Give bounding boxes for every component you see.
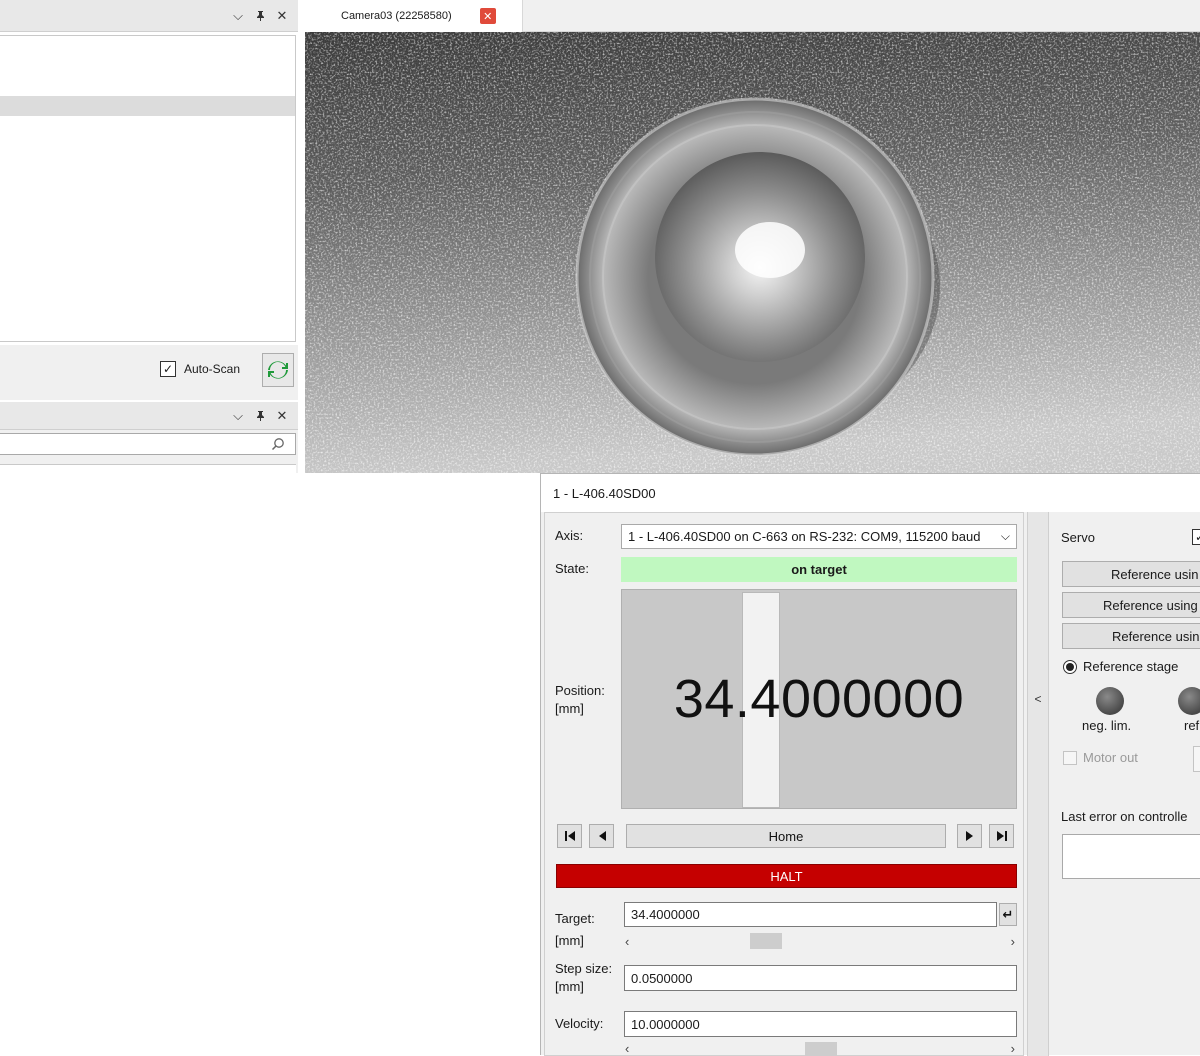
step-size-label: Step size: <box>555 961 613 976</box>
motor-out-field[interactable] <box>1193 746 1200 772</box>
tab-camera[interactable]: Camera03 (22258580) ✕ <box>305 0 523 32</box>
reference-stage-radio[interactable] <box>1063 659 1077 674</box>
refresh-button[interactable] <box>262 353 294 387</box>
target-slider[interactable]: ‹ › <box>625 932 1015 950</box>
motor-out-label: Motor out <box>1083 750 1138 765</box>
motor-out-checkbox <box>1063 750 1077 765</box>
reference-stage-label: Reference stage <box>1083 659 1179 674</box>
axis-window-title-bar: 1 - L-406.40SD00 <box>541 474 1200 512</box>
position-value: 34.4000000 <box>673 669 965 729</box>
camera-image[interactable] <box>305 32 1200 473</box>
target-input[interactable]: 34.4000000 <box>624 902 997 927</box>
velocity-input[interactable]: 10.0000000 <box>624 1011 1017 1037</box>
search-panel-header: ⌵ ✕ <box>0 402 298 430</box>
step-size-unit: [mm] <box>555 979 584 994</box>
ref-lamp-label: ref <box>1184 718 1200 733</box>
chevron-right-icon[interactable]: › <box>1011 1041 1015 1056</box>
chevron-down-icon: ⌵ <box>1000 529 1010 543</box>
last-error-field <box>1062 834 1200 879</box>
home-button[interactable]: Home <box>626 824 946 848</box>
camera-frame <box>305 32 1200 473</box>
reference-button-1-label: Reference usin <box>1111 566 1199 582</box>
collapse-splitter[interactable]: < <box>1027 512 1049 1056</box>
device-list[interactable] <box>0 35 296 342</box>
neg-limit-lamp <box>1096 687 1124 715</box>
reference-button-3-label: Reference usin <box>1112 628 1200 644</box>
velocity-slider[interactable]: ‹ › <box>625 1041 1015 1056</box>
servo-label: Servo <box>1061 530 1095 545</box>
camera-tab-strip: Camera03 (22258580) ✕ <box>305 0 1200 32</box>
position-display: 34.4000000 <box>621 589 1017 809</box>
reference-button-1[interactable]: Reference usin <box>1062 561 1200 587</box>
target-slider-thumb[interactable] <box>750 933 782 949</box>
jump-to-start-button[interactable] <box>557 824 582 848</box>
skip-forward-icon <box>996 831 1007 841</box>
halt-label: HALT <box>770 868 803 884</box>
position-label: Position: <box>555 683 605 698</box>
axis-label: Axis: <box>555 528 584 543</box>
chevron-left-icon[interactable]: ‹ <box>625 1041 629 1056</box>
chevron-right-icon[interactable]: › <box>1011 934 1015 949</box>
chevron-left-icon[interactable]: ‹ <box>625 934 629 949</box>
axis-select-value: 1 - L-406.40SD00 on C-663 on RS-232: COM… <box>628 529 981 544</box>
reference-button-3[interactable]: Reference usin <box>1062 623 1200 649</box>
reference-button-2[interactable]: Reference using <box>1062 592 1200 618</box>
triangle-left-icon <box>598 831 606 841</box>
velocity-slider-thumb[interactable] <box>805 1042 837 1056</box>
ref-lamp <box>1178 687 1200 715</box>
search-panel-body <box>0 430 298 473</box>
triangle-right-icon <box>965 831 973 841</box>
enter-icon: ↵ <box>1002 906 1014 922</box>
step-back-button[interactable] <box>589 824 614 848</box>
target-value: 34.4000000 <box>631 907 700 922</box>
neg-limit-label: neg. lim. <box>1082 718 1132 733</box>
auto-scan-row: ✓ Auto-Scan <box>0 345 298 400</box>
target-enter-button[interactable]: ↵ <box>999 903 1017 926</box>
state-value: on target <box>791 562 847 577</box>
collapse-arrow-icon: < <box>1034 692 1042 706</box>
pin-icon[interactable] <box>252 8 268 24</box>
reference-stage-option[interactable]: Reference stage <box>1063 659 1178 674</box>
jump-to-end-button[interactable] <box>989 824 1014 848</box>
velocity-label: Velocity: <box>555 1016 604 1031</box>
state-indicator: on target <box>621 557 1017 582</box>
step-forward-button[interactable] <box>957 824 982 848</box>
axis-control-window: 1 - L-406.40SD00 Axis: 1 - L-406.40SD00 … <box>540 473 1200 1056</box>
skip-back-icon <box>564 831 575 841</box>
chevron-down-icon[interactable]: ⌵ <box>230 408 246 424</box>
device-list-selected-row[interactable] <box>0 96 295 116</box>
last-error-label: Last error on controlle <box>1061 809 1188 824</box>
close-icon[interactable]: ✕ <box>274 8 290 24</box>
motor-out-option: Motor out <box>1063 750 1138 765</box>
servo-checkbox[interactable]: ✓ <box>1192 529 1200 545</box>
target-label: Target: <box>555 911 595 926</box>
step-size-input[interactable]: 0.0500000 <box>624 965 1017 991</box>
target-unit: [mm] <box>555 933 584 948</box>
chevron-down-icon[interactable]: ⌵ <box>230 8 246 24</box>
home-button-label: Home <box>768 828 804 844</box>
axis-select[interactable]: 1 - L-406.40SD00 on C-663 on RS-232: COM… <box>621 524 1017 549</box>
tab-camera-label: Camera03 (22258580) <box>341 10 452 22</box>
reference-button-2-label: Reference using <box>1103 597 1198 613</box>
auto-scan-checkbox[interactable]: ✓ <box>160 361 176 377</box>
state-label: State: <box>555 561 589 576</box>
refresh-icon <box>268 361 288 379</box>
search-input[interactable] <box>0 433 296 455</box>
position-unit: [mm] <box>555 701 584 716</box>
pin-icon[interactable] <box>252 408 268 424</box>
halt-button[interactable]: HALT <box>556 864 1017 888</box>
auto-scan-label: Auto-Scan <box>184 362 241 376</box>
close-icon[interactable]: ✕ <box>274 408 290 424</box>
device-panel-header: ⌵ ✕ <box>0 0 298 32</box>
velocity-value: 10.0000000 <box>631 1016 700 1032</box>
axis-window-title: 1 - L-406.40SD00 <box>553 485 656 501</box>
close-tab-icon[interactable]: ✕ <box>479 8 496 24</box>
step-size-value: 0.0500000 <box>631 970 693 986</box>
search-icon <box>271 438 284 451</box>
